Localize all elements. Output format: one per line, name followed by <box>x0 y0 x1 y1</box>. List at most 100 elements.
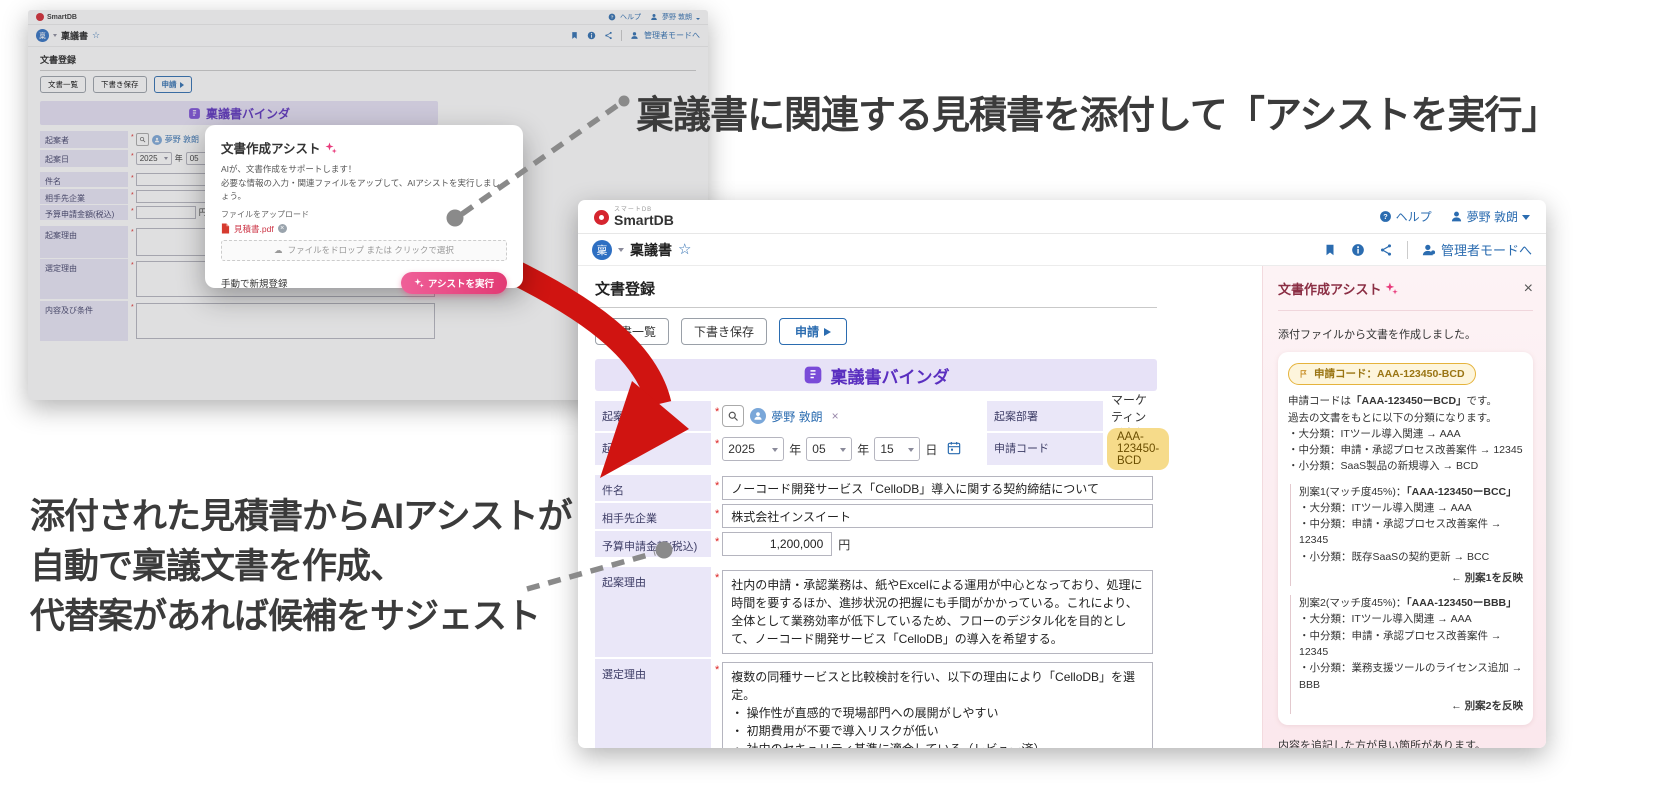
code-desc-post: です。 <box>1466 395 1497 408</box>
banner-title: 稟議書バインダ <box>830 367 950 387</box>
search-user-button[interactable] <box>722 405 745 427</box>
favorite-star-icon[interactable]: ☆ <box>678 242 691 257</box>
help-icon: ? <box>1379 211 1391 222</box>
file-dropzone[interactable]: ☁ ファイルをドロップ または クリックで選択 <box>221 239 507 261</box>
form-row-partner: 相手先企業 * 株式会社インスイート <box>595 503 1157 529</box>
avatar <box>750 408 767 424</box>
field-label-partner: 相手先企業 <box>595 503 711 529</box>
classification-bullet: ・小分類：SaaS製品の新規導入 → BCD <box>1288 460 1479 473</box>
run-assist-label: アシストを実行 <box>427 278 494 290</box>
apply-alternative-1-link[interactable]: ← 別案1を反映 <box>1299 570 1523 586</box>
submit-label: 申請 <box>795 325 820 339</box>
submit-button[interactable]: 申請 <box>779 318 848 345</box>
manual-register-link[interactable]: 手動で新規登録 <box>221 276 288 290</box>
chevron-down-icon <box>840 447 847 455</box>
code-description-2: 過去の文書をもとに以下の分類になります。 <box>1288 411 1497 424</box>
required-mark: * <box>715 664 720 676</box>
save-draft-button[interactable]: 下書き保存 <box>681 318 768 345</box>
uploaded-file-chip: 見積書.pdf × <box>221 223 507 235</box>
uploaded-file-name: 見積書.pdf <box>234 223 274 234</box>
admin-mode-label: 管理者モードへ <box>1440 243 1532 258</box>
remove-file-icon[interactable]: × <box>277 224 287 234</box>
calendar-icon[interactable] <box>946 440 962 459</box>
code-desc-code: 「AAA-123450ーBCD」 <box>1351 395 1467 408</box>
annotation-bottom-line: 代替案があれば候補をサジェスト <box>30 597 541 637</box>
required-mark: * <box>715 480 720 492</box>
share-icon[interactable] <box>1379 243 1393 257</box>
classification-bullet: ・大分類：ITツール導入関連 → AAA <box>1299 613 1472 626</box>
annotation-bottom-line: 添付された見積書からAIアシストが <box>30 497 573 536</box>
required-mark: * <box>715 572 720 584</box>
classification-bullet: ・大分類：ITツール導入関連 → AAA <box>1299 501 1472 514</box>
binder-badge: 稟 <box>592 239 612 260</box>
divider <box>1406 240 1408 259</box>
date-unit: 年 <box>857 442 870 457</box>
flag-icon <box>1300 370 1307 378</box>
classification-bullet: ・小分類：既存SaaSの契約更新 → BCC <box>1299 550 1490 563</box>
alt2-pre: 別案2(マッチ度45%)： <box>1299 597 1407 610</box>
field-dept: マーケティング本部 <box>1103 393 1157 441</box>
field-label-date: 起案日 <box>595 433 711 465</box>
partner-input[interactable]: 株式会社インスイート <box>722 504 1153 528</box>
form: 起案者 * 夢野 敦朗 × 起案部署 マーケティング本部 <box>595 393 1174 748</box>
field-appcode: AAA-123450-BCD <box>1103 428 1174 470</box>
field-label-reason: 起案理由 <box>595 567 711 657</box>
field-label-selection: 選定理由 <box>595 659 711 748</box>
alt1-code: 「AAA-123450ーBCC」 <box>1406 485 1517 498</box>
page-title: 文書登録 <box>595 278 1157 308</box>
info-icon[interactable] <box>1351 243 1365 257</box>
subject-input[interactable]: ノーコード開発サービス「CelloDB」導入に関する契約締結について <box>722 476 1153 500</box>
code-description: 申請コードは「AAA-123450ーBCD」です。 <box>1288 393 1523 409</box>
topbar: スマートDB SmartDB ? ヘルプ 夢野 敦朗 <box>578 200 1546 234</box>
smartdb-logo[interactable]: スマートDB SmartDB <box>594 207 674 227</box>
reason-textarea[interactable]: 社内の申請・承認業務は、紙やExcelによる運用が中心となっており、処理に時間を… <box>722 570 1153 654</box>
run-assist-button[interactable]: アシストを実行 <box>400 271 507 294</box>
modal-intro-2: 必要な情報の入力・関連ファイルをアップして、AIアシストを実行しましょう。 <box>221 178 501 201</box>
drafter-name: 夢野 敦朗 <box>771 409 823 424</box>
binder-name: 稟議書 <box>630 241 672 258</box>
annotation-bottom: 添付された見積書からAIアシストが 自動で稟議文書を作成、 代替案があれば候補を… <box>30 492 573 642</box>
smartdb-logo-text: SmartDB <box>614 211 674 228</box>
remove-user-icon[interactable]: × <box>832 409 839 423</box>
alternative-1: 別案1(マッチ度45%)：「AAA-123450ーBCC」 ・大分類：ITツール… <box>1290 483 1523 587</box>
chevron-down-icon <box>1522 214 1530 224</box>
sparkle-icon <box>1386 282 1399 295</box>
modal-footer: 手動で新規登録 アシストを実行 <box>221 271 507 294</box>
nav-actions: 管理者モードへ <box>1323 240 1532 259</box>
bookmark-icon[interactable] <box>1323 243 1337 257</box>
admin-person-icon <box>1422 244 1436 255</box>
help-label: ヘルプ <box>1395 210 1432 224</box>
apply-alternative-2-link[interactable]: ← 別案2を反映 <box>1299 698 1523 714</box>
month-value: 05 <box>812 442 826 456</box>
search-icon <box>728 411 739 421</box>
cloud-upload-icon: ☁ <box>274 244 283 255</box>
day-select[interactable]: 15 <box>874 437 921 461</box>
alternative-1-title: 別案1(マッチ度45%)：「AAA-123450ーBCC」 <box>1299 484 1523 500</box>
chevron-down-icon <box>908 447 915 455</box>
canvas: SmartDB ? ヘルプ 夢野 敦朗 稟 稟議書 ☆ 管理者モードへ 文書登録… <box>0 0 1656 812</box>
form-row-budget: 予算申請金額(税込) * 1,200,000 円 <box>595 531 1157 557</box>
year-select[interactable]: 2025 <box>722 437 785 461</box>
upload-label: ファイルをアップロード <box>221 209 309 219</box>
close-icon[interactable]: × <box>1524 280 1533 298</box>
binder-switcher[interactable]: 稟 稟議書 ☆ <box>592 239 691 260</box>
annotation-top: 稟議書に関連する見積書を添付して「アシストを実行」 <box>636 95 1559 137</box>
help-link[interactable]: ? ヘルプ <box>1379 208 1432 225</box>
field-label-appcode: 申請コード <box>987 433 1103 465</box>
selection-bullet: ・ 操作性が直感的で現場部門への展開がしやすい <box>731 706 999 720</box>
admin-mode-link[interactable]: 管理者モードへ <box>1422 240 1532 259</box>
document-list-button[interactable]: 文書一覧 <box>595 318 670 345</box>
classification-bullet: ・中分類：申請・承認プロセス改善案件 → 12345 <box>1299 518 1502 547</box>
user-menu[interactable]: 夢野 敦朗 <box>1450 208 1530 225</box>
field-drafter: * 夢野 敦朗 × <box>711 401 987 431</box>
assist-panel-header: 文書作成アシスト × <box>1278 279 1533 311</box>
required-mark: * <box>715 438 720 450</box>
assist-result-card: 申請コード：AAA-123450-BCD 申請コードは「AAA-123450ーB… <box>1278 352 1533 726</box>
month-select[interactable]: 05 <box>806 437 853 461</box>
form-row-selection: 選定理由 * 複数の同種サービスと比較検討を行い、以下の理由により「CelloD… <box>595 659 1157 748</box>
selection-textarea[interactable]: 複数の同種サービスと比較検討を行い、以下の理由により「CelloDB」を選定。 … <box>722 662 1153 748</box>
assist-created-message: 添付ファイルから文書を作成しました。 <box>1278 329 1476 341</box>
budget-input[interactable]: 1,200,000 <box>722 532 833 556</box>
chevron-down-icon <box>618 248 624 255</box>
alt1-pre: 別案1(マッチ度45%)： <box>1299 485 1407 498</box>
